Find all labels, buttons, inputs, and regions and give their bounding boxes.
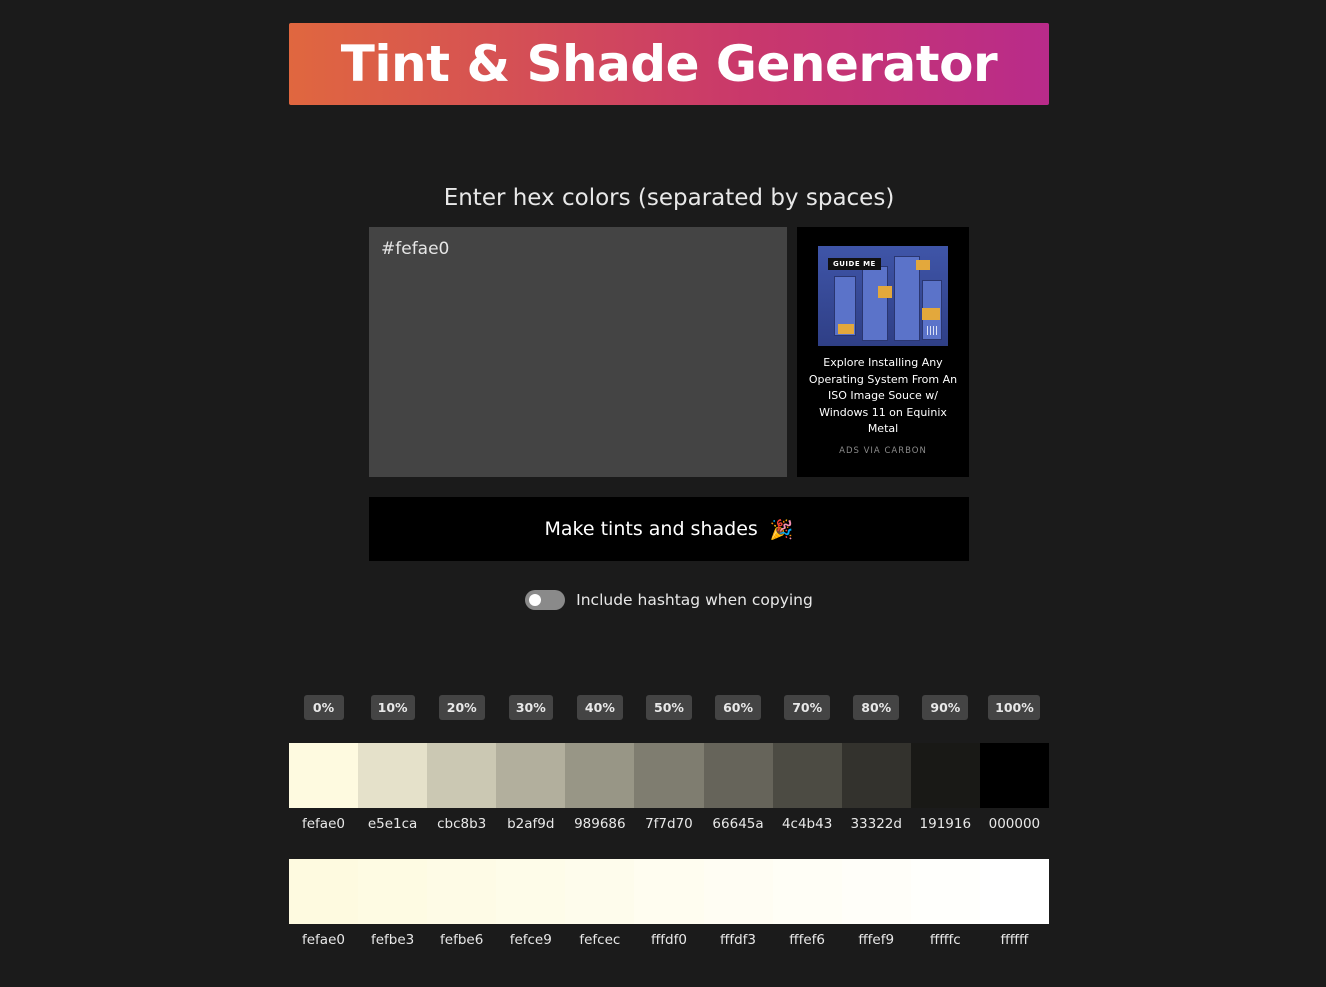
shades-hex-label[interactable]: 33322d [842, 816, 911, 832]
tints-hex-label[interactable]: fefbe3 [358, 932, 427, 948]
ad-via-link[interactable]: ADS VIA CARBON [797, 446, 969, 456]
hashtag-toggle-label[interactable]: Include hashtag when copying [576, 591, 813, 609]
shades-hex-label[interactable]: 191916 [911, 816, 980, 832]
title-banner: Tint & Shade Generator [289, 23, 1049, 105]
tints-swatch[interactable] [703, 859, 774, 924]
tints-hex-label[interactable]: fefbe6 [427, 932, 496, 948]
percentage-badge: 60% [715, 695, 762, 720]
shades-swatch[interactable] [634, 743, 705, 808]
hashtag-toggle-row: Include hashtag when copying [289, 590, 1049, 610]
tints-hex-label[interactable]: fffdf0 [634, 932, 703, 948]
shades-swatch[interactable] [979, 743, 1050, 808]
tints-hex-label[interactable]: fffef9 [842, 932, 911, 948]
shades-hex-label[interactable]: 989686 [565, 816, 634, 832]
tints-hex-label[interactable]: fefcec [565, 932, 634, 948]
shades-hex-row: fefae0 e5e1ca cbc8b3 b2af9d 989686 7f7d70 6664… [289, 816, 1049, 836]
shades-swatch-row [289, 743, 1050, 808]
shades-swatch[interactable] [703, 743, 774, 808]
toggle-knob [529, 594, 542, 606]
percentage-badge: 20% [438, 695, 485, 720]
percentage-badge: 10% [370, 695, 415, 720]
tints-swatch[interactable] [565, 859, 635, 924]
shades-hex-label[interactable]: 66645a [704, 816, 773, 832]
tints-hex-label[interactable]: fffef6 [773, 932, 842, 948]
percentage-badge: 50% [645, 695, 692, 720]
hashtag-toggle[interactable] [525, 590, 566, 610]
input-prompt: Enter hex colors (separated by spaces) [443, 185, 895, 211]
shades-swatch[interactable] [565, 743, 635, 808]
shades-hex-label[interactable]: fefae0 [289, 816, 358, 832]
ad-text[interactable]: Explore Installing Any Operating System … [797, 355, 969, 438]
shades-swatch[interactable] [910, 743, 981, 808]
party-popper-icon: 🎉 [769, 518, 794, 541]
percentage-badge: 40% [576, 695, 623, 720]
shades-hex-label[interactable]: b2af9d [496, 816, 565, 832]
tints-hex-label[interactable]: ffffff [980, 932, 1049, 948]
shades-swatch[interactable] [841, 743, 912, 808]
tints-hex-label[interactable]: fffdf3 [704, 932, 773, 948]
percentage-row: 0% 10% 20% 30% 40% 50% 60% 70% 80% 90% 100% [289, 695, 1049, 720]
tints-swatch[interactable] [910, 859, 981, 924]
hex-colors-input[interactable]: #fefae0 [369, 227, 787, 477]
ad-image[interactable]: GUIDE ME |||| [818, 246, 948, 346]
tints-swatch[interactable] [427, 859, 497, 924]
percentage-badge: 90% [922, 695, 969, 720]
tints-swatch[interactable] [979, 859, 1050, 924]
shades-swatch[interactable] [358, 743, 428, 808]
shades-hex-label[interactable]: 4c4b43 [773, 816, 842, 832]
make-tints-shades-button[interactable]: Make tints and shades 🎉 [369, 497, 969, 561]
percentage-badge: 0% [303, 695, 344, 720]
carbon-ad[interactable]: GUIDE ME |||| Explore Installing Any Ope… [797, 227, 969, 477]
tints-swatch-row [289, 859, 1050, 924]
ad-guide-badge: GUIDE ME [828, 258, 881, 270]
percentage-badge: 30% [508, 695, 553, 720]
tints-hex-row: fefae0 fefbe3 fefbe6 fefce9 fefcec fffdf0 fffd… [289, 932, 1049, 952]
equinix-logo-icon: |||| [925, 326, 938, 336]
percentage-badge: 80% [853, 695, 900, 720]
shades-swatch[interactable] [289, 743, 359, 808]
page-title: Tint & Shade Generator [340, 35, 998, 93]
percentage-badge: 100% [988, 695, 1041, 720]
make-button-label: Make tints and shades [544, 518, 758, 540]
tints-swatch[interactable] [358, 859, 428, 924]
shades-swatch[interactable] [496, 743, 566, 808]
shades-hex-label[interactable]: cbc8b3 [427, 816, 496, 832]
shades-hex-label[interactable]: e5e1ca [358, 816, 427, 832]
shades-swatch[interactable] [772, 743, 843, 808]
shades-hex-label[interactable]: 7f7d70 [634, 816, 703, 832]
tints-hex-label[interactable]: fefae0 [289, 932, 358, 948]
tints-hex-label[interactable]: fefce9 [496, 932, 565, 948]
shades-swatch[interactable] [427, 743, 497, 808]
tints-hex-label[interactable]: fffffc [911, 932, 980, 948]
tints-swatch[interactable] [289, 859, 359, 924]
tints-swatch[interactable] [772, 859, 843, 924]
shades-hex-label[interactable]: 000000 [980, 816, 1049, 832]
tints-swatch[interactable] [841, 859, 912, 924]
tints-swatch[interactable] [496, 859, 566, 924]
percentage-badge: 70% [784, 695, 831, 720]
tints-swatch[interactable] [634, 859, 705, 924]
